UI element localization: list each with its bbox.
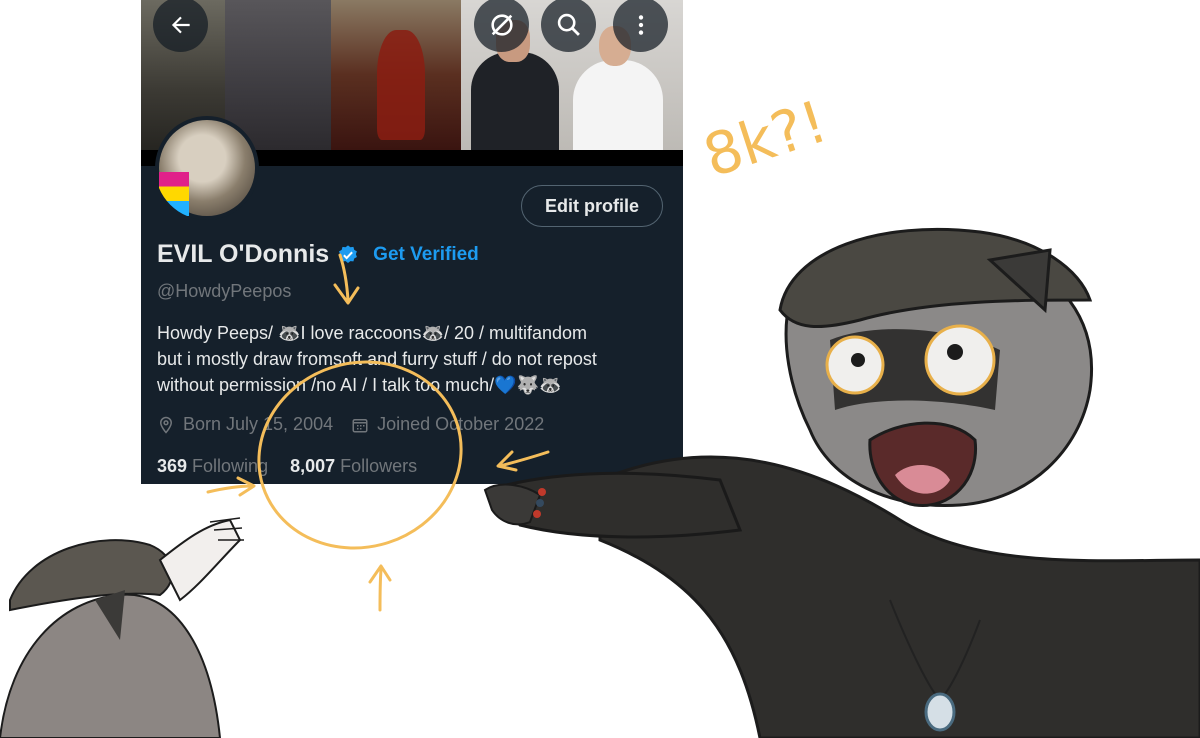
glasses-lens [825, 335, 885, 395]
profile-bio: Howdy Peeps/ 🦝I love raccoons🦝/ 20 / mul… [157, 320, 667, 398]
banner-figure [377, 30, 425, 140]
more-vertical-icon [638, 14, 643, 35]
birthday: Born July 15, 2004 [157, 414, 333, 435]
bio-line: Howdy Peeps/ 🦝I love raccoons🦝/ 20 / mul… [157, 323, 588, 343]
small-raccoon-paw [158, 518, 242, 602]
bracelet-bead [538, 488, 546, 496]
raccoon-body [598, 455, 1200, 738]
location-pin-icon [159, 416, 173, 434]
following-link[interactable]: 369 Following [157, 456, 268, 477]
verified-badge-icon[interactable] [337, 244, 359, 266]
join-date: Joined October 2022 [351, 414, 544, 435]
profile-meta: Born July 15, 2004 Joined October 2022 [157, 414, 544, 435]
eye-pupil [947, 344, 963, 360]
raccoon-mask [830, 329, 1000, 410]
bracelet-bead [536, 499, 544, 507]
small-raccoon-body [0, 593, 222, 738]
bio-line: without permission /no AI / I talk too m… [157, 375, 562, 395]
bio-line: but i mostly draw fromsoft and furry stu… [157, 349, 597, 369]
small-raccoon-hat [9, 539, 174, 612]
small-raccoon-ear [95, 590, 125, 640]
name-row: EVIL O'Donnis Get Verified [157, 240, 479, 269]
calendar-icon [352, 418, 368, 432]
arrow-annotation [368, 564, 392, 612]
get-verified-link[interactable]: Get Verified [373, 244, 479, 266]
glasses-lens [924, 324, 996, 396]
pendant [924, 692, 956, 732]
banner-panel [225, 0, 331, 150]
followers-count: 8,007 [290, 456, 336, 476]
raccoon-mouth [868, 421, 978, 508]
user-handle: @HowdyPeepos [157, 281, 292, 301]
followers-link[interactable]: 8,007 Followers [290, 456, 417, 477]
banner-figure [471, 52, 559, 150]
annotation-text: 8k?! [696, 87, 835, 190]
slashed-circle-icon [490, 13, 513, 36]
raccoon-head [784, 240, 1093, 508]
following-label: Following [192, 456, 269, 476]
raccoon-hat [778, 227, 1093, 329]
profile-card: Edit profile EVIL O'Donnis Get Verified … [141, 0, 683, 484]
bracelet-bead [533, 510, 541, 518]
eye-pupil [851, 353, 865, 367]
avatar-flag [159, 172, 189, 216]
display-name: EVIL O'Donnis [157, 240, 330, 268]
following-count: 369 [157, 456, 188, 476]
birthday-text: Born July 15, 2004 [183, 414, 334, 434]
follow-stats: 369 Following 8,007 Followers [157, 456, 417, 477]
raccoon-ear [986, 248, 1052, 314]
raccoon-hand [483, 483, 542, 526]
followers-label: Followers [340, 456, 418, 476]
pendant-cord [889, 599, 981, 702]
join-date-text: Joined October 2022 [377, 414, 545, 434]
raccoon-tongue [895, 464, 950, 494]
avatar[interactable] [155, 116, 259, 220]
search-icon [557, 13, 580, 36]
small-raccoon-claw [209, 517, 244, 541]
edit-profile-button[interactable]: Edit profile [521, 185, 663, 227]
banner-figure [573, 60, 663, 150]
arrow-left-icon [171, 16, 190, 33]
